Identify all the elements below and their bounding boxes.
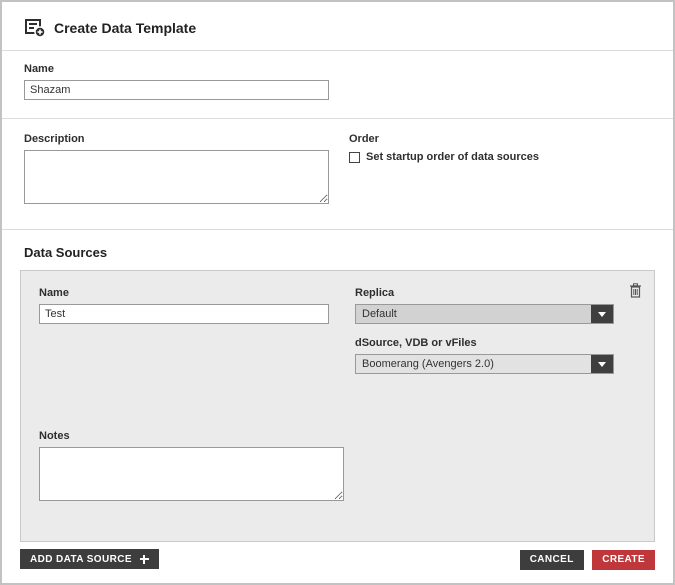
source-name-input[interactable]	[39, 304, 329, 324]
notes-textarea[interactable]	[39, 447, 344, 501]
data-source-left-column: Name	[39, 287, 355, 324]
startup-order-checkbox[interactable]	[349, 152, 360, 163]
description-column: Description	[24, 133, 349, 209]
source-name-label: Name	[39, 287, 355, 299]
order-column: Order Set startup order of data sources	[349, 133, 539, 163]
name-input[interactable]	[24, 80, 329, 100]
add-data-source-button[interactable]: ADD DATA SOURCE	[20, 549, 159, 569]
data-template-add-icon	[24, 18, 46, 38]
startup-order-checkbox-label: Set startup order of data sources	[366, 151, 539, 163]
description-label: Description	[24, 133, 349, 145]
page-title: Create Data Template	[54, 20, 196, 36]
startup-order-checkbox-row[interactable]: Set startup order of data sources	[349, 151, 539, 163]
dialog-header: Create Data Template	[2, 2, 673, 50]
delete-data-source-button[interactable]	[629, 283, 642, 298]
dsource-selected-value: Boomerang (Avengers 2.0)	[356, 355, 591, 373]
description-order-section: Description Order Set startup order of d…	[2, 119, 673, 229]
plus-icon	[140, 555, 149, 564]
data-sources-heading: Data Sources	[2, 230, 673, 270]
description-textarea[interactable]	[24, 150, 329, 204]
replica-label: Replica	[355, 287, 614, 299]
data-source-fields-row: Name Replica Default dSource, VDB or vFi…	[39, 287, 636, 374]
dsource-select[interactable]: Boomerang (Avengers 2.0)	[355, 354, 614, 374]
data-source-right-column: Replica Default dSource, VDB or vFiles B…	[355, 287, 636, 374]
replica-select[interactable]: Default	[355, 304, 614, 324]
add-data-source-label: ADD DATA SOURCE	[30, 554, 132, 565]
create-data-template-dialog: Create Data Template Name Description Or…	[0, 0, 675, 585]
footer-actions: ADD DATA SOURCE CANCEL CREATE	[20, 549, 655, 570]
notes-label: Notes	[39, 430, 636, 442]
order-label: Order	[349, 133, 539, 145]
chevron-down-icon[interactable]	[591, 305, 613, 323]
dsource-label: dSource, VDB or vFiles	[355, 337, 614, 349]
chevron-down-icon[interactable]	[591, 355, 613, 373]
notes-block: Notes	[39, 430, 636, 506]
create-button[interactable]: CREATE	[592, 550, 655, 570]
data-source-panel: Name Replica Default dSource, VDB or vFi…	[20, 270, 655, 542]
cancel-button[interactable]: CANCEL	[520, 550, 584, 570]
name-section: Name	[2, 51, 673, 118]
dialog-action-buttons: CANCEL CREATE	[516, 549, 655, 570]
trash-icon	[629, 285, 642, 302]
replica-selected-value: Default	[356, 305, 591, 323]
name-label: Name	[24, 63, 651, 75]
